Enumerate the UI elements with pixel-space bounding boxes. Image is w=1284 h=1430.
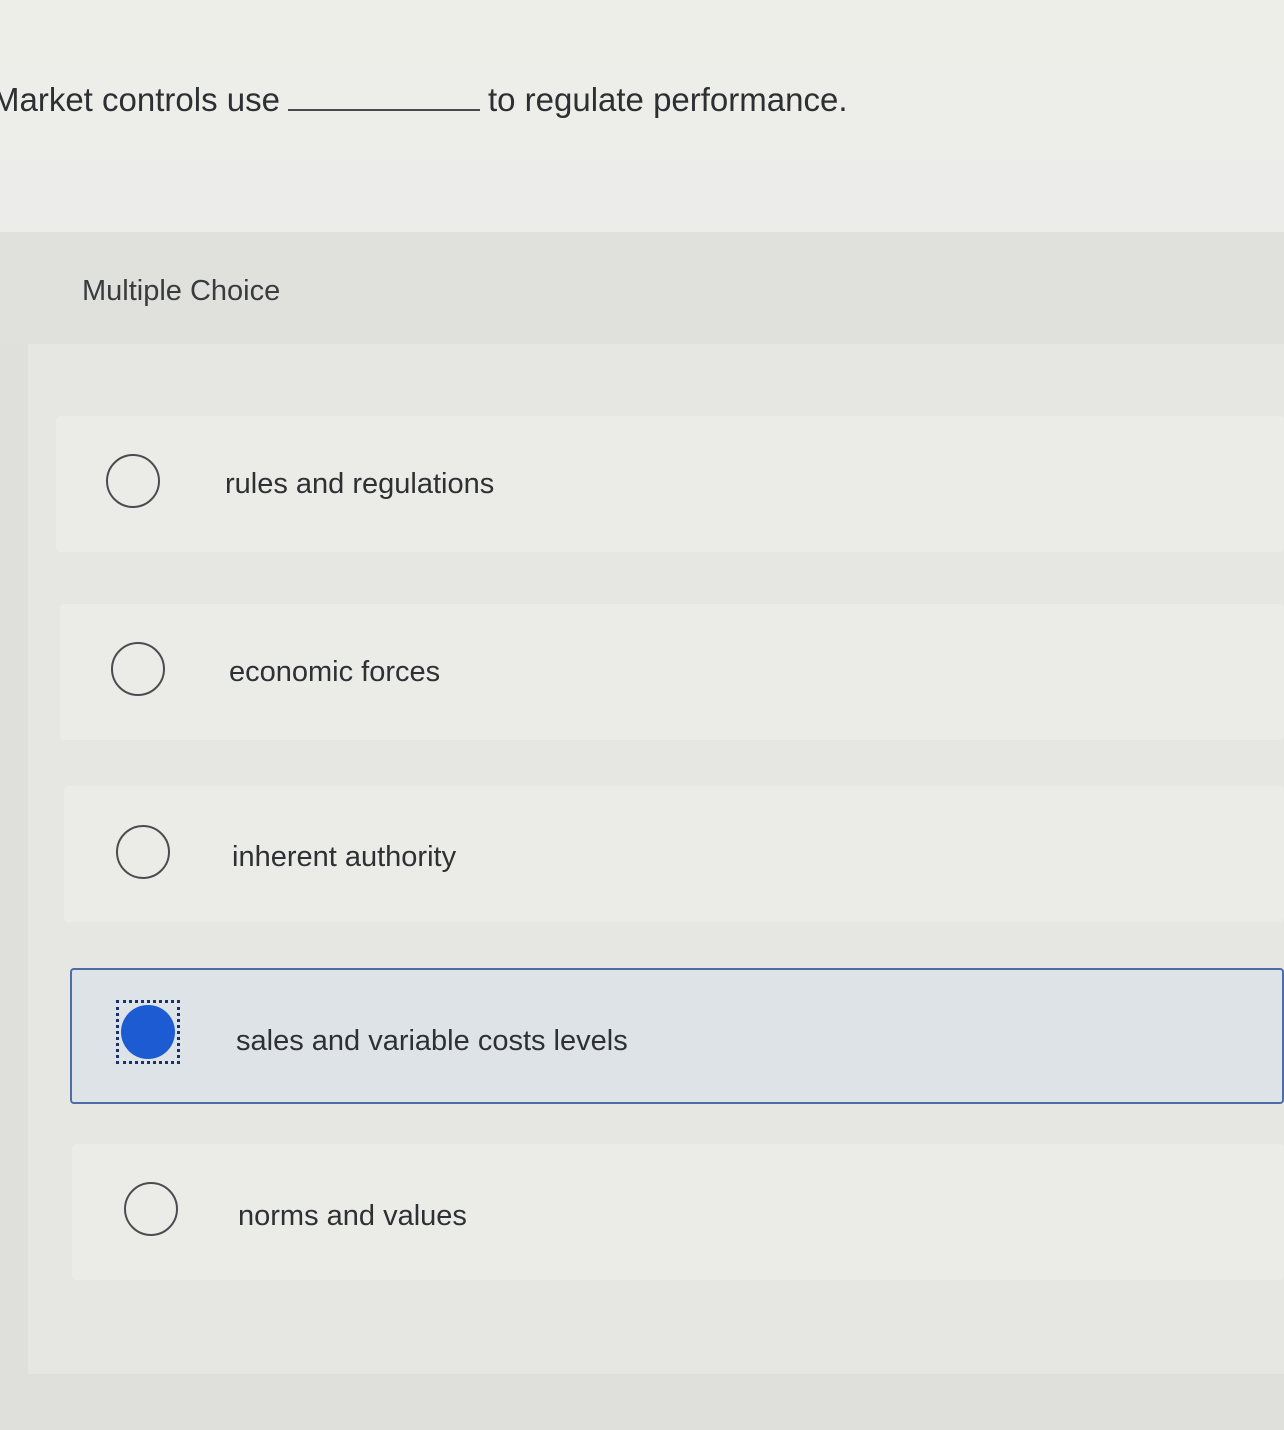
question-suffix: to regulate performance.: [487, 81, 848, 118]
question-prompt: Market controls use to regulate performan…: [0, 78, 848, 122]
multiple-choice-label: Multiple Choice: [82, 275, 281, 307]
answer-blank: [287, 79, 480, 111]
choice-label: sales and variable costs levels: [236, 1025, 628, 1057]
radio-button[interactable]: [106, 454, 160, 508]
choice-norms-and-values[interactable]: norms and values: [72, 1144, 1284, 1280]
choice-label: economic forces: [229, 656, 441, 688]
radio-button[interactable]: [116, 825, 170, 879]
choice-sales-and-variable-costs-levels[interactable]: sales and variable costs levels: [70, 968, 1284, 1104]
radio-button[interactable]: [111, 642, 165, 696]
choice-label: inherent authority: [232, 841, 457, 873]
choice-label: rules and regulations: [225, 468, 495, 500]
choice-economic-forces[interactable]: economic forces: [60, 604, 1284, 740]
radio-button[interactable]: [124, 1182, 178, 1236]
question-prefix: Market controls use: [0, 81, 280, 118]
choice-label: norms and values: [238, 1200, 467, 1232]
choice-inherent-authority[interactable]: inherent authority: [64, 786, 1284, 922]
radio-button-selected[interactable]: [121, 1005, 175, 1059]
choice-rules-and-regulations[interactable]: rules and regulations: [56, 416, 1284, 552]
